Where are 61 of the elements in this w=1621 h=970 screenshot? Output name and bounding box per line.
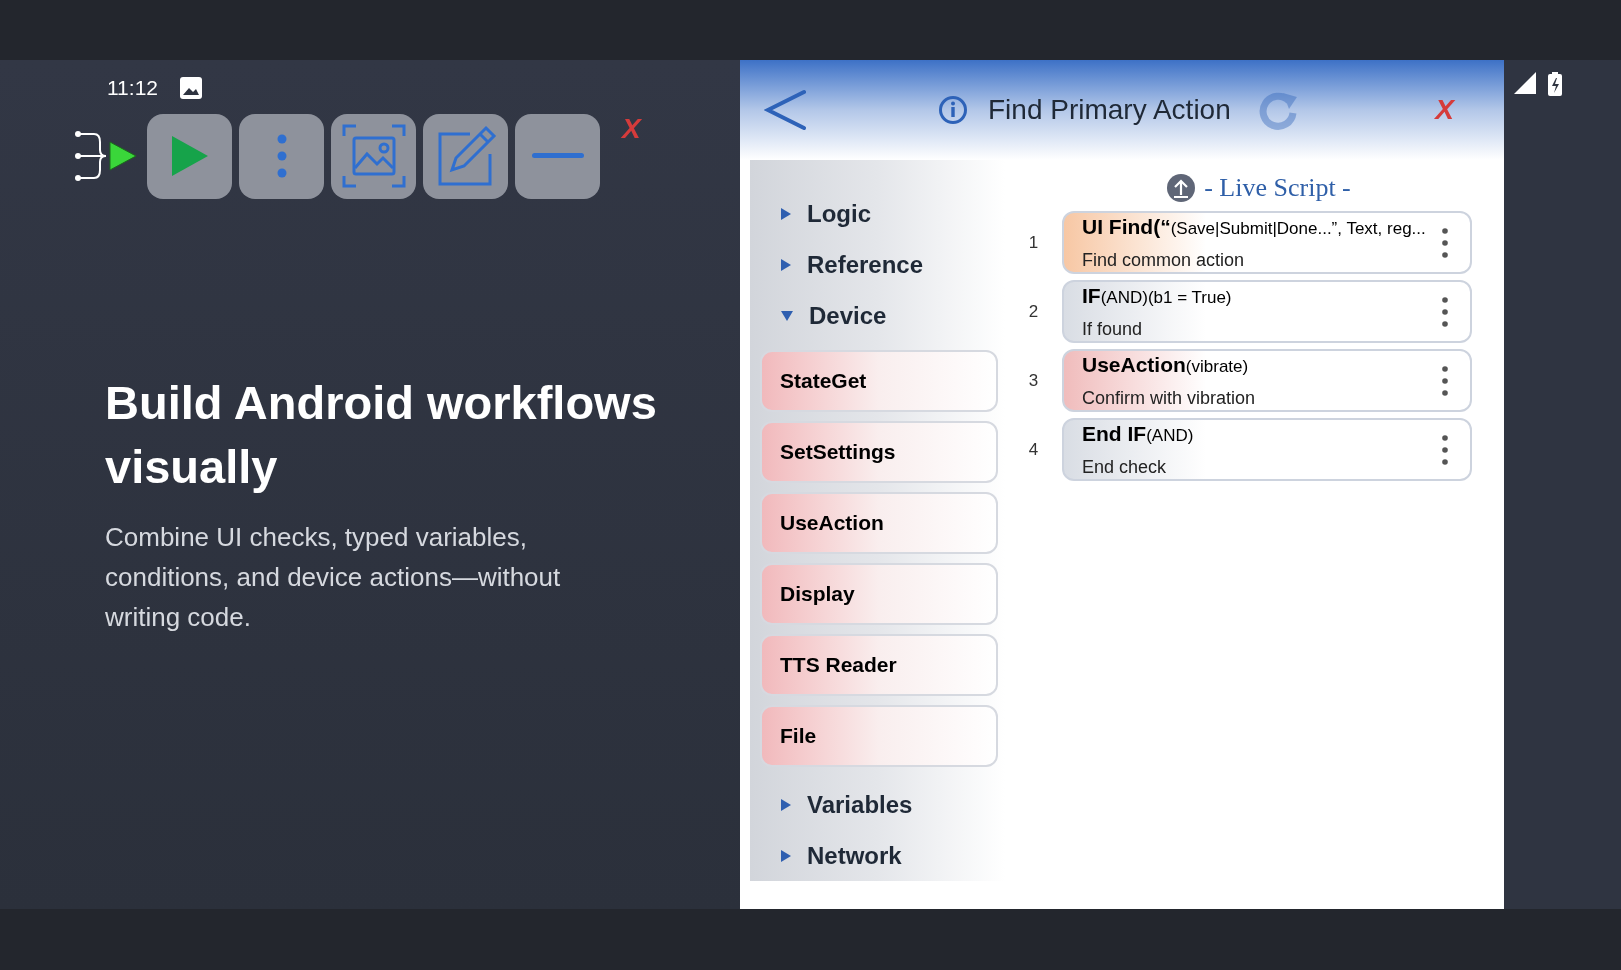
step-command: IF(AND)(b1 = True) — [1082, 283, 1233, 310]
command-button[interactable]: StateGet — [760, 350, 998, 413]
category-item[interactable]: Logic — [760, 188, 1005, 240]
step-command: UI Find(“(Save|Submit|Done...”, Text, reg... — [1082, 214, 1427, 241]
more-button[interactable] — [239, 113, 324, 199]
edit-button[interactable] — [423, 113, 508, 199]
script-step[interactable]: UseAction(vibrate) Confirm with vibration — [1062, 349, 1472, 413]
step-command: End IF(AND) — [1082, 421, 1195, 448]
expanded-triangle-icon — [781, 310, 793, 321]
info-icon[interactable] — [938, 95, 968, 126]
category-label: Logic — [807, 198, 871, 229]
battery-icon — [1548, 72, 1562, 97]
more-icon[interactable] — [1442, 227, 1448, 258]
command-button[interactable]: TTS Reader — [760, 634, 998, 697]
command-button[interactable]: SetSettings — [760, 421, 998, 484]
collapsed-triangle-icon — [781, 258, 791, 271]
command-button[interactable]: Display — [760, 563, 998, 626]
step-note: If found — [1082, 317, 1144, 341]
script-step[interactable]: UI Find(“(Save|Submit|Done...”, Text, reg... Find common action — [1062, 211, 1472, 275]
more-icon[interactable] — [1442, 296, 1448, 327]
category-label: Variables — [807, 789, 913, 820]
play-icon — [169, 134, 210, 179]
script-step[interactable]: IF(AND)(b1 = True) If found — [1062, 280, 1472, 344]
category-item[interactable]: Network — [760, 830, 1005, 882]
category-item[interactable]: Device — [760, 290, 1005, 342]
category-item[interactable]: Reference — [760, 239, 1005, 291]
category-label: Device — [809, 300, 887, 331]
step-note: Confirm with vibration — [1082, 386, 1257, 410]
image-capture-icon — [341, 124, 406, 189]
collapsed-triangle-icon — [781, 849, 791, 862]
command-button[interactable]: File — [760, 705, 998, 768]
more-icon[interactable] — [1442, 434, 1448, 465]
collapsed-triangle-icon — [781, 207, 791, 220]
category-item[interactable]: Variables — [760, 779, 1005, 831]
minimize-icon — [531, 153, 584, 160]
hero-title: Build Android workflows visually — [104, 374, 658, 495]
step-note: End check — [1082, 455, 1168, 479]
collapsed-triangle-icon — [781, 798, 791, 811]
minimize-button[interactable] — [515, 113, 600, 199]
line-number: 2 — [1027, 300, 1040, 323]
capture-button[interactable] — [331, 113, 416, 199]
status-time: 11:12 — [107, 75, 158, 102]
signal-icon — [1514, 72, 1536, 95]
play-button[interactable] — [147, 113, 232, 199]
back-chevron-icon — [764, 88, 808, 133]
script-heading: - Live Script - — [1204, 172, 1351, 205]
line-number: 1 — [1027, 231, 1040, 254]
step-note: Find common action — [1082, 248, 1246, 272]
script-step[interactable]: End IF(AND) End check — [1062, 418, 1472, 482]
more-icon[interactable] — [1442, 365, 1448, 396]
hero-subtitle: Combine UI checks, typed variables, conditions, and device actions—without writing code. — [104, 520, 562, 634]
command-button[interactable]: UseAction — [760, 492, 998, 555]
image-notification-icon — [180, 76, 202, 99]
line-number: 4 — [1027, 438, 1040, 461]
line-number: 3 — [1027, 369, 1040, 392]
more-icon — [276, 134, 287, 179]
step-command: UseAction(vibrate) — [1082, 352, 1250, 379]
upload-icon[interactable] — [1166, 172, 1197, 203]
category-label: Network — [807, 840, 902, 871]
editor-title: Find Primary Action — [988, 93, 1231, 128]
category-label: Reference — [807, 249, 924, 280]
